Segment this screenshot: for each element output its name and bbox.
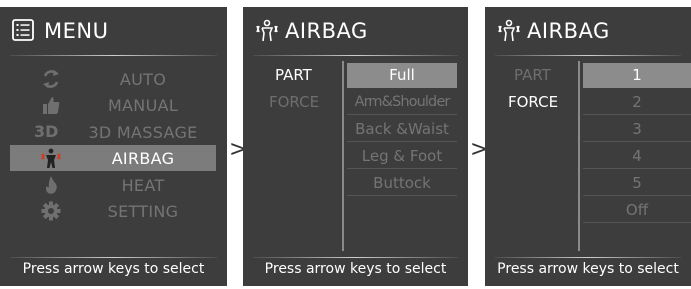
option-force-3[interactable]: 3 <box>583 117 691 142</box>
airbag-person-icon <box>497 19 521 43</box>
menu-header: MENU <box>0 7 227 55</box>
menu-list-icon <box>12 19 34 41</box>
menu-item-setting[interactable]: SETTING <box>10 198 216 224</box>
page-title: AIRBAG <box>527 19 610 43</box>
footer-divider <box>10 257 217 258</box>
option-force-1[interactable]: 1 <box>583 63 691 88</box>
menu-item-label: AUTO <box>119 70 167 89</box>
menu-item-label: AIRBAG <box>111 149 175 168</box>
airbag-person-icon <box>255 19 279 43</box>
airbag-header: AIRBAG <box>485 7 691 55</box>
option-force-5[interactable]: 5 <box>583 171 691 196</box>
page-title: AIRBAG <box>285 19 368 43</box>
menu-item-heat[interactable]: HEAT <box>10 172 216 198</box>
airbag-person-icon <box>40 147 62 169</box>
option-buttock[interactable]: Buttock <box>347 171 457 196</box>
option-leg-foot[interactable]: Leg & Foot <box>347 144 457 169</box>
menu-item-label: HEAT <box>121 176 165 195</box>
airbag-header: AIRBAG <box>243 7 468 55</box>
menu-screen: MENU AUTO MANUAL 3D 3D MASSAGE AIRBAG HE… <box>0 7 227 286</box>
part-label[interactable]: PART <box>275 66 312 84</box>
footer-hint: Press arrow keys to select <box>22 261 205 277</box>
option-force-off[interactable]: Off <box>583 198 691 223</box>
thumbs-up-icon <box>40 94 62 116</box>
menu-item-manual[interactable]: MANUAL <box>10 92 216 118</box>
option-force-4[interactable]: 4 <box>583 144 691 169</box>
header-divider <box>10 55 217 56</box>
page-title: MENU <box>44 19 109 43</box>
menu-item-auto[interactable]: AUTO <box>10 66 216 92</box>
force-label[interactable]: FORCE <box>269 93 319 111</box>
option-arm-shoulder[interactable]: Arm&Shoulder <box>347 90 457 115</box>
menu-item-label: SETTING <box>107 202 179 221</box>
airbag-force-screen: AIRBAG PART FORCE 1 2 3 4 5 Off Press ar… <box>485 7 691 286</box>
menu-item-airbag[interactable]: AIRBAG <box>10 145 216 171</box>
menu-item-3d-massage[interactable]: 3D 3D MASSAGE <box>10 119 216 145</box>
3d-icon: 3D <box>34 122 59 141</box>
option-force-2[interactable]: 2 <box>583 90 691 115</box>
option-full[interactable]: Full <box>347 63 457 88</box>
force-label[interactable]: FORCE <box>508 93 558 111</box>
menu-item-label: 3D MASSAGE <box>88 123 198 142</box>
menu-item-label: MANUAL <box>107 96 179 115</box>
footer-hint: Press arrow keys to select <box>264 261 447 277</box>
column-divider <box>342 61 344 251</box>
header-divider <box>495 55 681 56</box>
header-divider <box>253 55 458 56</box>
footer-divider <box>495 257 681 258</box>
gear-icon <box>40 200 62 222</box>
footer-hint: Press arrow keys to select <box>497 261 679 277</box>
airbag-part-screen: AIRBAG PART FORCE Full Arm&Shoulder Back… <box>243 7 468 286</box>
footer-divider <box>253 257 458 258</box>
part-label[interactable]: PART <box>514 66 551 84</box>
refresh-icon <box>40 68 62 90</box>
option-back-waist[interactable]: Back &Waist <box>347 117 457 142</box>
flame-icon <box>40 174 62 196</box>
column-divider <box>578 61 580 251</box>
